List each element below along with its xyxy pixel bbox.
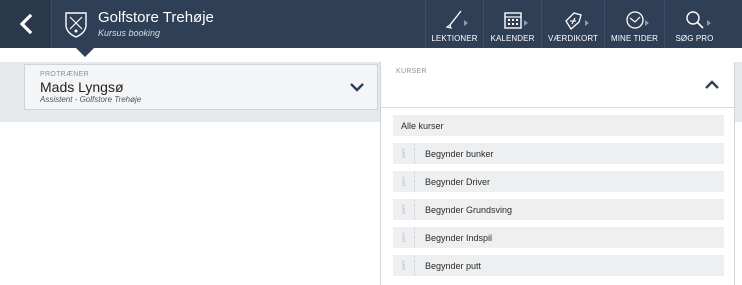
trainer-name: Mads Lyngsø [40,79,124,95]
my-times-icon [625,11,644,29]
nav-label: MINE TIDER [610,34,659,43]
nav-mine-tider[interactable]: MINE TIDER [604,0,664,48]
nav-label: LEKTIONER [431,34,478,43]
course-item[interactable]: i Begynder Driver [393,171,724,192]
golf-club-icon [445,10,462,29]
nav-indicator-icon [707,20,711,26]
main-nav: LEKTIONER KALENDER VÆRDIKORT MINE TIDER … [425,0,724,48]
top-header: Golfstore Trehøje Kursus booking LEKTION… [0,0,742,48]
info-glyph: i [401,174,406,189]
course-dropdown-header[interactable]: KURSER [381,62,734,108]
course-item-label: Alle kurser [401,120,444,131]
trainer-label: PROTRÆNER [40,71,89,78]
info-icon[interactable]: i [393,255,415,276]
golf-shield-logo-icon [65,12,87,38]
nav-indicator-icon [645,20,649,26]
search-icon [685,11,704,29]
info-glyph: i [401,146,406,161]
course-item[interactable]: i Begynder putt [393,255,724,276]
info-glyph: i [401,202,406,217]
trainer-role: Assistent - Golfstore Trehøje [40,95,142,104]
course-item[interactable]: i Begynder Indspil [393,227,724,248]
header-pointer [76,48,94,57]
calendar-icon [503,12,522,29]
course-dropdown: KURSER Alle kurser i Begynder bunker i B… [380,62,735,285]
course-label: KURSER [396,68,427,75]
course-item-label: Begynder Driver [425,176,491,187]
info-glyph: i [401,258,406,273]
nav-soeg-pro[interactable]: SØG PRO [664,0,724,48]
app-subtitle: Kursus booking [98,28,161,38]
nav-lektioner[interactable]: LEKTIONER [425,0,483,48]
course-item-label: Begynder putt [425,260,482,271]
brand: Golfstore Trehøje Kursus booking [64,6,214,42]
app-title: Golfstore Trehøje [98,9,214,26]
course-item-all[interactable]: Alle kurser [393,115,724,136]
info-icon[interactable]: i [393,171,415,192]
nav-vaerdikort[interactable]: VÆRDIKORT [541,0,604,48]
nav-kalender[interactable]: KALENDER [483,0,541,48]
chevron-down-icon [350,83,364,92]
course-item-label: Begynder Indspil [425,232,493,243]
info-glyph: i [401,230,406,245]
course-item[interactable]: i Begynder bunker [393,143,724,164]
nav-label: KALENDER [490,34,535,43]
back-button[interactable] [0,0,52,48]
chevron-up-icon [705,80,719,89]
course-item[interactable]: i Begynder Grundsving [393,199,724,220]
trainer-dropdown[interactable]: PROTRÆNER Mads Lyngsø Assistent - Golfst… [24,64,378,110]
info-icon[interactable]: i [393,199,415,220]
value-card-icon [565,12,582,30]
nav-indicator-icon [524,20,528,26]
chevron-left-icon [19,14,32,34]
course-item-label: Begynder Grundsving [425,204,513,215]
info-icon[interactable]: i [393,227,415,248]
course-item-label: Begynder bunker [425,148,494,159]
nav-indicator-icon [464,20,468,26]
nav-label: VÆRDIKORT [547,34,599,43]
nav-indicator-icon [585,20,589,26]
nav-label: SØG PRO [675,34,714,43]
info-icon[interactable]: i [393,143,415,164]
